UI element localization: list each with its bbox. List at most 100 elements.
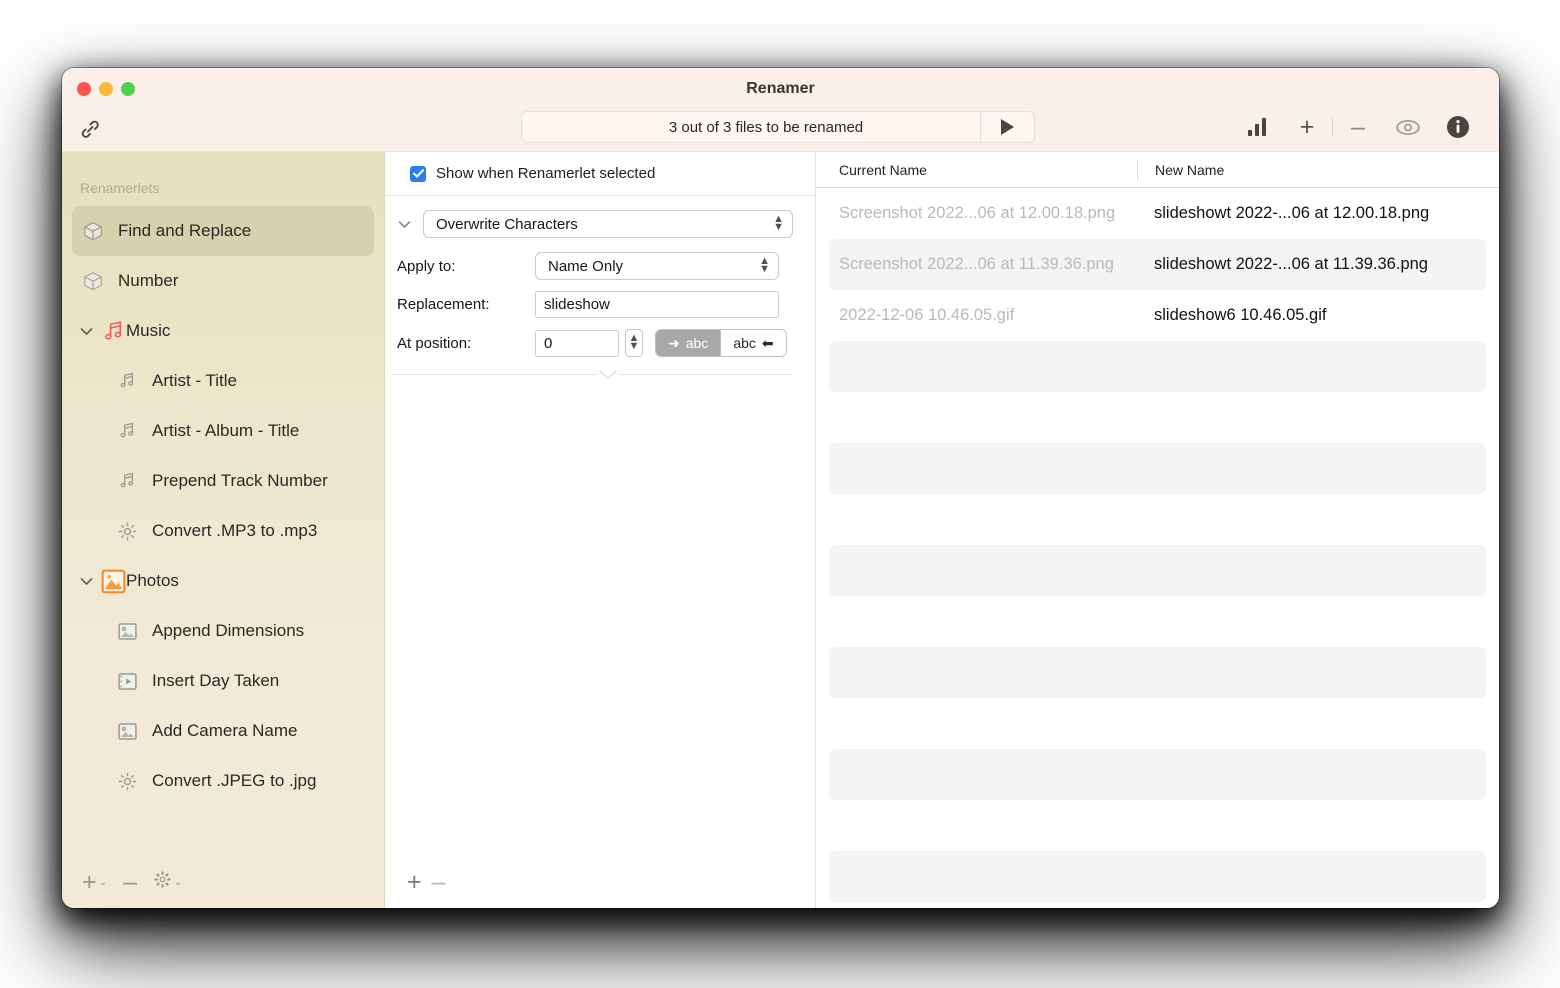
apply-to-label: Apply to: bbox=[397, 257, 456, 275]
link-icon[interactable] bbox=[74, 114, 106, 144]
gear-icon bbox=[114, 768, 140, 794]
add-action-button[interactable]: + bbox=[407, 869, 422, 895]
inspector-spacer bbox=[385, 380, 815, 856]
sidebar: Renamerlets Find and Replace Number Musi… bbox=[62, 152, 385, 908]
at-position-input[interactable]: 0 bbox=[535, 329, 619, 357]
at-position-stepper[interactable]: ▲ ▼ bbox=[625, 329, 643, 357]
add-renamerlet-button[interactable]: + ⌄ bbox=[76, 867, 113, 897]
remove-renamerlet-button[interactable]: – bbox=[117, 867, 143, 897]
sidebar-item-label: Music bbox=[126, 321, 171, 340]
sidebar-item-prepend-track-number[interactable]: Prepend Track Number bbox=[72, 456, 374, 506]
sidebar-item-artist-album-title[interactable]: Artist - Album - Title bbox=[72, 406, 374, 456]
music-note-icon bbox=[114, 368, 140, 394]
renamerlet-settings-button[interactable]: ⌄ bbox=[147, 867, 188, 897]
table-row[interactable] bbox=[829, 596, 1486, 647]
inspector-panel: Show when Renamerlet selected Overwrite … bbox=[385, 152, 816, 908]
info-button[interactable] bbox=[1433, 111, 1483, 143]
table-row[interactable]: Screenshot 2022...06 at 11.39.36.png slid… bbox=[829, 239, 1486, 290]
at-position-label: At position: bbox=[397, 334, 472, 352]
sidebar-item-label: Number bbox=[118, 271, 179, 290]
at-position-value: 0 bbox=[544, 334, 553, 352]
chevron-down-icon[interactable] bbox=[72, 577, 100, 586]
chevron-down-icon: ⌄ bbox=[173, 876, 183, 888]
table-row[interactable] bbox=[829, 443, 1486, 494]
sidebar-item-convert-jpeg[interactable]: Convert .JPEG to .jpg bbox=[72, 756, 374, 806]
table-row[interactable] bbox=[829, 749, 1486, 800]
segment-label: abc bbox=[685, 335, 709, 351]
sidebar-footer: + ⌄ – ⌄ bbox=[62, 856, 384, 908]
table-row[interactable]: 2022-12-06 10.46.05.gif slideshow6 10.46.… bbox=[829, 290, 1486, 341]
chevron-down-icon[interactable] bbox=[72, 327, 100, 336]
replacement-label: Replacement: bbox=[397, 296, 490, 313]
cell-new-name: slideshowt 2022-...06 at 11.39.36.png bbox=[1154, 255, 1428, 273]
eye-icon bbox=[1396, 119, 1420, 135]
cell-current-name: Screenshot 2022...06 at 12.00.18.png bbox=[839, 204, 1116, 222]
table-row[interactable] bbox=[829, 341, 1486, 392]
photo-icon bbox=[114, 618, 140, 644]
remove-action-button[interactable]: – bbox=[432, 869, 446, 895]
replacement-input[interactable]: slideshow bbox=[535, 291, 779, 318]
add-files-button[interactable]: + bbox=[1282, 111, 1332, 143]
apply-to-select[interactable]: Name Only ▲ ▼ bbox=[535, 252, 779, 280]
notch-chevron-icon bbox=[597, 369, 619, 381]
arrow-left-icon: ⬅ bbox=[761, 334, 774, 351]
replacement-value: slideshow bbox=[544, 296, 610, 313]
film-icon bbox=[114, 668, 140, 694]
table-row[interactable]: Screenshot 2022...06 at 12.00.18.png slid… bbox=[829, 188, 1486, 239]
column-header-new-name[interactable]: New Name bbox=[1137, 159, 1499, 180]
action-type-value: Overwrite Characters bbox=[436, 215, 578, 233]
sidebar-item-insert-day-taken[interactable]: Insert Day Taken bbox=[72, 656, 374, 706]
table-row[interactable] bbox=[829, 545, 1486, 596]
sidebar-group-photos[interactable]: Photos bbox=[72, 556, 374, 606]
arrow-right-icon: ➜ bbox=[668, 334, 680, 351]
sidebar-item-add-camera-name[interactable]: Add Camera Name bbox=[72, 706, 374, 756]
plus-icon: + bbox=[1299, 112, 1315, 141]
stepper-down-icon[interactable]: ▼ bbox=[629, 341, 640, 352]
table-row[interactable] bbox=[829, 647, 1486, 698]
sidebar-item-append-dimensions[interactable]: Append Dimensions bbox=[72, 606, 374, 656]
window-title: Renamer bbox=[746, 80, 815, 97]
sidebar-item-number[interactable]: Number bbox=[72, 256, 374, 306]
rename-status-bar: 3 out of 3 files to be renamed bbox=[521, 111, 1035, 143]
table-row[interactable] bbox=[829, 698, 1486, 749]
table-row[interactable] bbox=[829, 800, 1486, 851]
music-note-icon bbox=[114, 468, 140, 494]
sidebar-item-label: Insert Day Taken bbox=[152, 671, 280, 690]
minus-icon: – bbox=[123, 867, 137, 896]
sidebar-item-label: Find and Replace bbox=[118, 221, 252, 240]
window-body: Renamerlets Find and Replace Number Musi… bbox=[62, 152, 1499, 908]
sidebar-group-music[interactable]: Music bbox=[72, 306, 374, 356]
sidebar-item-find-and-replace[interactable]: Find and Replace bbox=[72, 206, 374, 256]
chart-button[interactable] bbox=[1232, 111, 1282, 143]
chevron-down-icon: ⌄ bbox=[98, 876, 107, 888]
sidebar-item-artist-title[interactable]: Artist - Title bbox=[72, 356, 374, 406]
remove-files-button[interactable]: – bbox=[1333, 111, 1383, 143]
table-row[interactable] bbox=[829, 392, 1486, 443]
table-row[interactable] bbox=[829, 851, 1486, 902]
show-when-selected-checkbox[interactable] bbox=[410, 165, 426, 182]
at-position-row: At position: 0 ▲ ▼ ➜ abc abc ⬅ bbox=[391, 329, 793, 357]
apply-to-value: Name Only bbox=[548, 257, 624, 275]
file-list-header: Current Name New Name bbox=[816, 152, 1499, 188]
action-type-select[interactable]: Overwrite Characters ▲ ▼ bbox=[423, 210, 793, 238]
sidebar-item-label: Append Dimensions bbox=[152, 621, 305, 640]
check-icon bbox=[412, 169, 424, 178]
renamerlet-list: Find and Replace Number Music Artist - T… bbox=[62, 206, 384, 856]
photo-icon bbox=[100, 568, 126, 594]
sidebar-item-label: Photos bbox=[126, 571, 179, 590]
run-rename-button[interactable] bbox=[980, 112, 1034, 142]
direction-from-end-segment[interactable]: abc ⬅ bbox=[720, 330, 786, 356]
direction-from-start-segment[interactable]: ➜ abc bbox=[656, 330, 721, 356]
preview-button[interactable] bbox=[1383, 111, 1433, 143]
sidebar-item-label: Prepend Track Number bbox=[152, 471, 328, 490]
column-header-current-name[interactable]: Current Name bbox=[816, 162, 1137, 178]
show-when-selected-row[interactable]: Show when Renamerlet selected bbox=[385, 152, 815, 196]
screen: Renamer 3 out of 3 files to be renamed +… bbox=[0, 0, 1560, 988]
file-list-rows: Screenshot 2022...06 at 12.00.18.png slid… bbox=[816, 188, 1499, 908]
sidebar-item-label: Artist - Title bbox=[152, 371, 238, 390]
segment-label: abc bbox=[733, 335, 756, 351]
table-row[interactable] bbox=[829, 494, 1486, 545]
sidebar-item-convert-mp3[interactable]: Convert .MP3 to .mp3 bbox=[72, 506, 374, 556]
sidebar-header: Renamerlets bbox=[80, 180, 160, 196]
chevron-down-icon[interactable] bbox=[391, 220, 417, 229]
